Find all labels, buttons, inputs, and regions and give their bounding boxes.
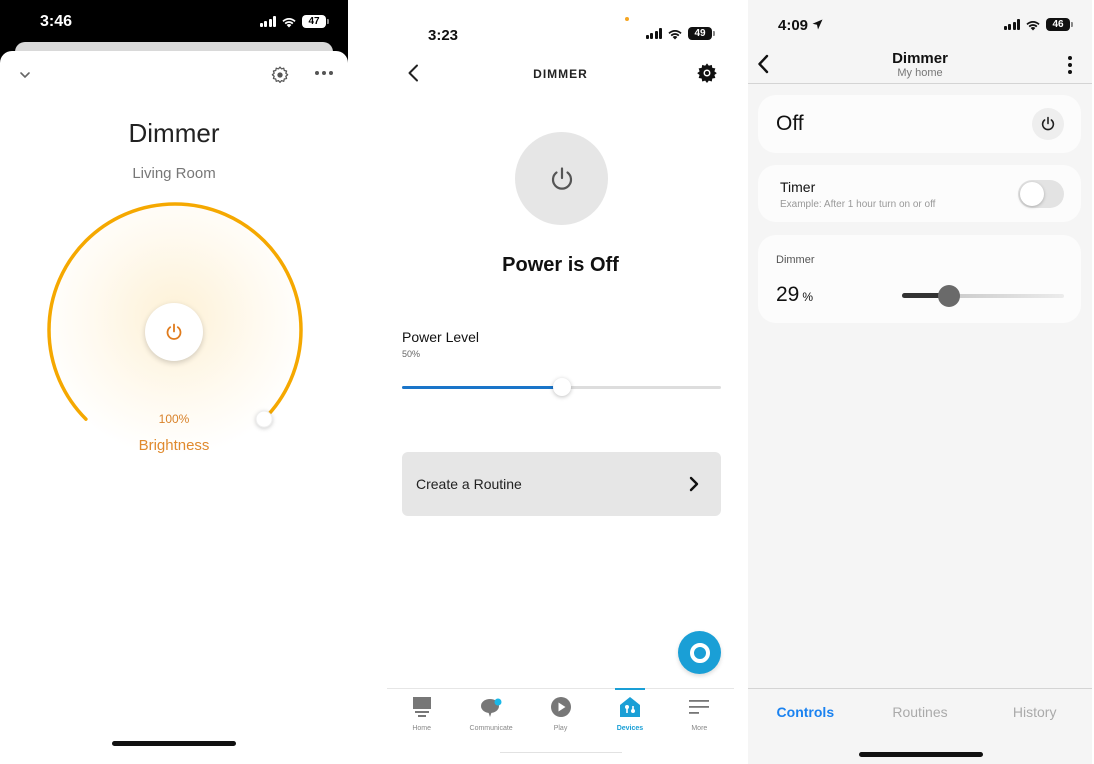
dimmer-slider[interactable] bbox=[902, 283, 1064, 309]
status-bar: 4:09 46 bbox=[748, 0, 1092, 44]
tab-devices[interactable]: Devices bbox=[595, 688, 664, 738]
status-time: 3:46 bbox=[40, 13, 73, 30]
dimmer-card: Dimmer 29% bbox=[758, 235, 1081, 323]
tab-label: Communicate bbox=[469, 725, 513, 732]
timer-card: Timer Example: After 1 hour turn on or o… bbox=[758, 165, 1081, 222]
status-bar: 3:23 49 bbox=[387, 0, 734, 44]
smartthings-screen: 4:09 46 Dimmer My home Off Timer Example… bbox=[748, 0, 1092, 764]
tab-label: Devices bbox=[616, 725, 644, 732]
tab-controls[interactable]: Controls bbox=[748, 704, 863, 720]
timer-toggle[interactable] bbox=[1018, 180, 1064, 208]
tab-home[interactable]: Home bbox=[387, 689, 456, 738]
play-icon bbox=[550, 697, 571, 717]
room-label: Living Room bbox=[132, 165, 216, 182]
privacy-indicator-dot bbox=[625, 17, 629, 21]
brightness-value: 100% bbox=[158, 412, 190, 426]
power-card: Off bbox=[758, 95, 1081, 153]
create-routine-label: Create a Routine bbox=[416, 476, 522, 492]
status-time: 4:09 bbox=[778, 17, 823, 34]
cellular-signal-icon bbox=[645, 28, 662, 39]
cellular-signal-icon bbox=[259, 16, 276, 27]
power-icon bbox=[551, 166, 572, 190]
chevron-down-icon[interactable] bbox=[18, 70, 32, 80]
alexa-screen: 3:23 49 DIMMER Power is Off Power Level … bbox=[387, 0, 734, 764]
tab-label: Play bbox=[553, 725, 568, 732]
tab-communicate[interactable]: Communicate bbox=[456, 689, 525, 738]
dimmer-value-unit: % bbox=[802, 290, 814, 304]
page-title: Dimmer bbox=[892, 50, 948, 67]
status-time-text: 4:09 bbox=[778, 17, 809, 34]
toggle-knob bbox=[1020, 182, 1044, 206]
battery-icon: 47 bbox=[302, 15, 329, 28]
dimmer-value-number: 29 bbox=[776, 283, 800, 306]
bottom-tab-bar: Controls Routines History bbox=[748, 704, 1092, 720]
battery-icon: 49 bbox=[688, 27, 715, 40]
timer-label: Timer bbox=[780, 179, 816, 195]
power-state-label: Power is Off bbox=[502, 254, 619, 276]
wifi-icon bbox=[668, 29, 682, 39]
slider-thumb[interactable] bbox=[937, 285, 960, 307]
menu-icon bbox=[689, 700, 710, 714]
brightness-label: Brightness bbox=[138, 437, 210, 454]
battery-icon: 46 bbox=[1046, 18, 1073, 31]
power-level-label: Power Level bbox=[402, 329, 480, 345]
device-title: Dimmer bbox=[128, 118, 220, 148]
dimmer-label: Dimmer bbox=[776, 254, 815, 266]
gear-icon[interactable] bbox=[270, 65, 290, 85]
tab-divider bbox=[748, 688, 1092, 689]
chat-bubble-icon bbox=[481, 698, 502, 717]
home-indicator bbox=[500, 752, 622, 753]
power-level-slider[interactable] bbox=[402, 376, 721, 398]
more-horizontal-icon[interactable] bbox=[315, 71, 333, 75]
status-bar: 3:46 47 bbox=[0, 0, 348, 44]
power-toggle-button[interactable] bbox=[515, 132, 608, 225]
chevron-right-icon bbox=[689, 476, 699, 492]
power-button[interactable] bbox=[1032, 108, 1064, 140]
status-time: 3:23 bbox=[428, 27, 459, 44]
tab-label: More bbox=[691, 725, 708, 732]
power-button[interactable] bbox=[145, 303, 203, 361]
tab-more[interactable]: More bbox=[665, 689, 734, 738]
more-vertical-icon[interactable] bbox=[1068, 56, 1072, 74]
alexa-ring-icon bbox=[689, 642, 710, 663]
slider-thumb[interactable] bbox=[552, 378, 571, 396]
wifi-icon bbox=[282, 17, 296, 27]
page-subtitle: My home bbox=[897, 67, 943, 79]
dimmer-value: 29% bbox=[776, 283, 813, 307]
home-indicator bbox=[859, 752, 983, 757]
power-level-value: 50% bbox=[402, 349, 421, 359]
power-icon bbox=[1041, 116, 1055, 131]
wifi-icon bbox=[1026, 20, 1040, 30]
timer-description: Example: After 1 hour turn on or off bbox=[780, 199, 936, 210]
bottom-tab-bar: Home Communicate Play Devices More bbox=[387, 688, 734, 738]
header-divider bbox=[748, 83, 1092, 84]
location-arrow-icon bbox=[812, 19, 823, 30]
create-routine-button[interactable]: Create a Routine bbox=[402, 452, 721, 516]
page-title: DIMMER bbox=[533, 67, 588, 81]
power-icon bbox=[166, 323, 182, 340]
devices-house-icon bbox=[619, 697, 640, 717]
home-icon bbox=[412, 697, 431, 717]
smartlife-screen: 3:46 47 Dimmer Living Room 100% Brightne… bbox=[0, 0, 348, 764]
home-indicator bbox=[112, 741, 236, 746]
tab-play[interactable]: Play bbox=[526, 689, 595, 738]
cellular-signal-icon bbox=[1003, 19, 1020, 30]
slider-fill bbox=[402, 386, 562, 389]
tab-routines[interactable]: Routines bbox=[863, 704, 978, 720]
alexa-voice-button[interactable] bbox=[678, 631, 721, 674]
power-state-label: Off bbox=[776, 112, 804, 135]
tab-history[interactable]: History bbox=[977, 704, 1092, 720]
gear-icon[interactable] bbox=[696, 62, 718, 84]
tab-label: Home bbox=[412, 725, 432, 732]
